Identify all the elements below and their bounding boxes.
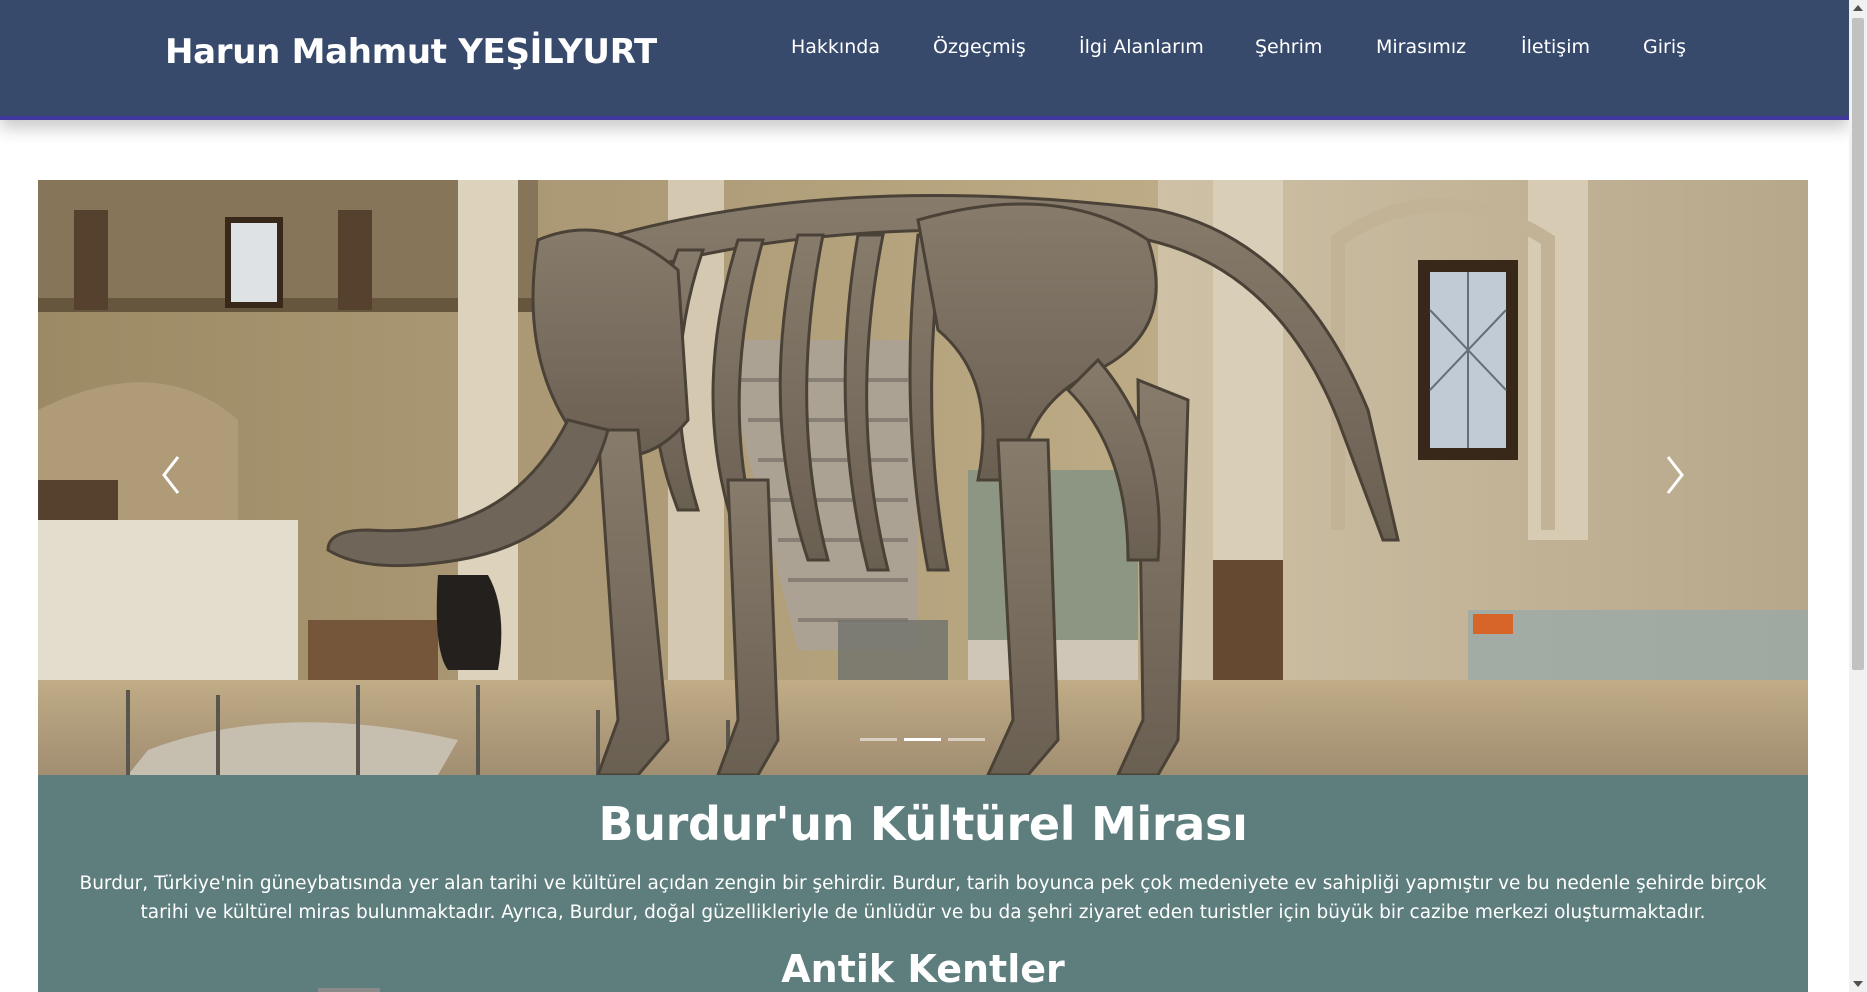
nav-link-sehrim[interactable]: Şehrim [1255,36,1322,58]
navbar: Harun Mahmut YEŞİLYURT Hakkında Özgeçmiş… [0,0,1849,120]
vertical-scrollbar[interactable] [1849,0,1867,992]
carousel-next-button[interactable] [1630,435,1720,515]
nav-link-iletisim[interactable]: İletişim [1521,36,1590,58]
carousel-image-mammoth-skeleton [38,180,1808,775]
nav-link-mirasimiz[interactable]: Mirasımız [1376,36,1466,58]
nav-link-ilgi-alanlarim[interactable]: İlgi Alanlarım [1079,36,1204,58]
section-title: Burdur'un Kültürel Mirası [598,797,1248,851]
carousel-indicator-1[interactable] [860,738,897,741]
nav-link-hakkinda[interactable]: Hakkında [791,36,880,58]
carousel-indicator-3[interactable] [948,738,985,741]
chevron-right-icon [1666,456,1684,494]
carousel-prev-button[interactable] [126,435,216,515]
scroll-down-icon[interactable] [1853,981,1863,987]
carousel-indicator-2[interactable] [904,738,941,741]
section-description: Burdur, Türkiye'nin güneybatısında yer a… [79,873,1767,923]
carousel-indicators [860,738,1000,746]
scrollbar-thumb[interactable] [1852,18,1864,670]
section-subtitle: Antik Kentler [781,947,1065,991]
scroll-up-icon[interactable] [1853,5,1863,11]
horizontal-scroll-indicator [318,988,380,992]
nav-link-giris[interactable]: Giriş [1643,36,1686,58]
nav-link-ozgecmis[interactable]: Özgeçmiş [933,36,1026,58]
main-nav: Hakkında Özgeçmiş İlgi Alanlarım Şehrim … [0,36,1849,66]
page: Harun Mahmut YEŞİLYURT Hakkında Özgeçmiş… [0,0,1849,992]
image-carousel [38,180,1808,775]
heritage-section: Burdur'un Kültürel Mirası Burdur, Türkiy… [38,775,1808,992]
chevron-left-icon [162,456,180,494]
